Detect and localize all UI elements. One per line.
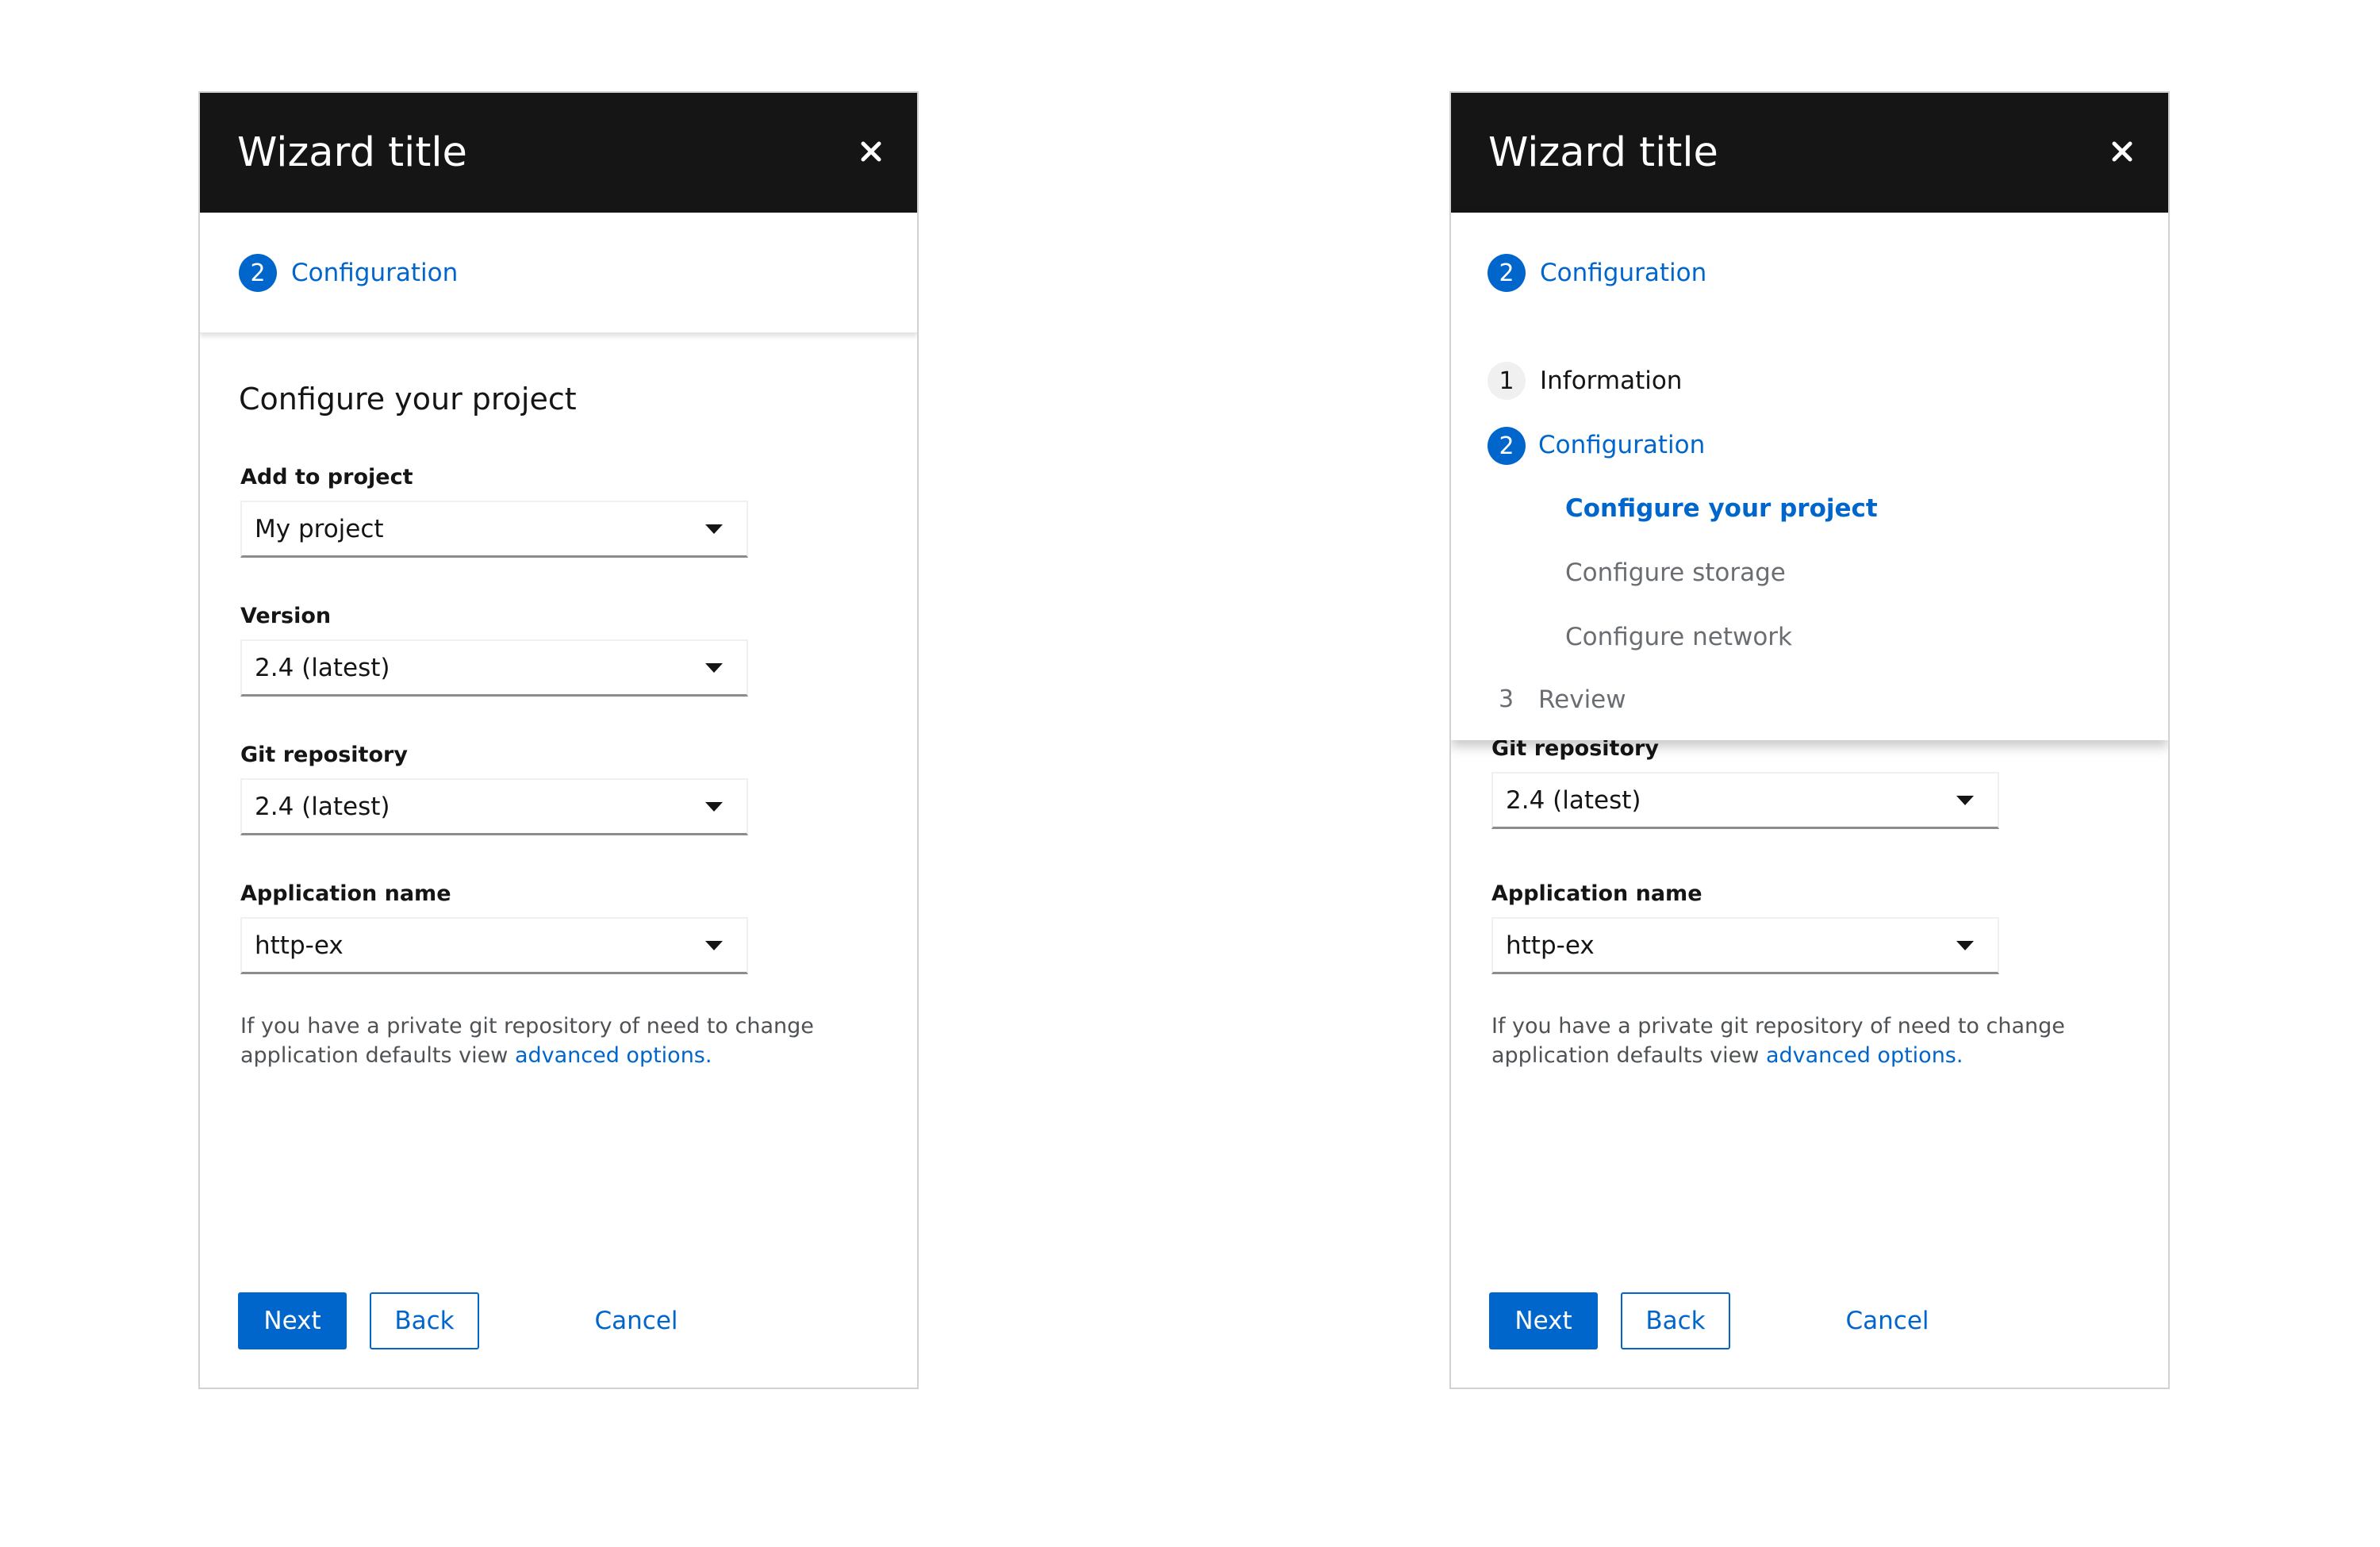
caret-down-icon	[705, 802, 723, 812]
wizard-modal-left: Wizard title 2 Configuration Configure y…	[198, 91, 919, 1389]
close-button[interactable]	[855, 136, 887, 167]
close-icon	[861, 141, 881, 162]
application-name-label: Application name	[240, 881, 451, 906]
version-select[interactable]: 2.4 (latest)	[240, 639, 748, 697]
help-text: If you have a private git repository of …	[1491, 1012, 2094, 1070]
cancel-button[interactable]: Cancel	[1824, 1292, 1951, 1349]
advanced-options-link[interactable]: advanced options.	[1766, 1043, 1964, 1068]
close-icon	[2112, 141, 2132, 162]
nav-subitem-configure-storage[interactable]: Configure storage	[1565, 557, 1786, 589]
git-repository-select[interactable]: 2.4 (latest)	[1491, 772, 1999, 829]
wizard-title: Wizard title	[1488, 129, 1718, 176]
select-value: My project	[255, 515, 384, 543]
wizard-modal-right: Wizard title 2 Configuration 1 Informati…	[1449, 91, 2170, 1389]
select-value: 2.4 (latest)	[1506, 786, 1641, 815]
application-name-select[interactable]: http-ex	[240, 917, 748, 974]
nav-subitem-configure-network[interactable]: Configure network	[1565, 621, 1792, 653]
select-value: 2.4 (latest)	[255, 793, 390, 821]
nav-subitem-configure-project[interactable]: Configure your project	[1565, 493, 1878, 524]
select-value: http-ex	[1506, 931, 1595, 960]
nav-item-label: Review	[1538, 685, 1626, 714]
page-title: Configure your project	[239, 382, 577, 416]
advanced-options-link[interactable]: advanced options.	[515, 1043, 712, 1068]
caret-down-icon	[705, 663, 723, 673]
cancel-button[interactable]: Cancel	[573, 1292, 700, 1349]
next-button[interactable]: Next	[238, 1292, 347, 1349]
caret-down-icon	[705, 524, 723, 534]
current-step-label: Configuration	[291, 259, 459, 287]
add-to-project-label: Add to project	[240, 465, 413, 489]
caret-down-icon	[705, 941, 723, 950]
current-step-label: Configuration	[1540, 259, 1707, 287]
wizard-header: Wizard title	[200, 93, 917, 213]
wizard-step-toggle[interactable]: 2 Configuration	[1451, 213, 2168, 300]
nav-item-information[interactable]: 1 Information	[1451, 347, 2168, 400]
nav-item-configuration[interactable]: 2 Configuration	[1451, 411, 2168, 465]
caret-down-icon	[1956, 941, 1974, 950]
wizard-header: Wizard title	[1451, 93, 2168, 213]
git-repository-select[interactable]: 2.4 (latest)	[240, 778, 748, 835]
version-label: Version	[240, 604, 332, 628]
back-button[interactable]: Back	[1621, 1292, 1730, 1349]
wizard-nav-expanded: 2 Configuration 1 Information 2 Configur…	[1451, 213, 2168, 740]
step-number-badge: 1	[1488, 362, 1526, 400]
nav-item-review[interactable]: 3 Review	[1451, 673, 2168, 714]
step-number-badge: 2	[1488, 427, 1526, 465]
step-number-badge: 2	[1488, 254, 1526, 292]
help-text: If you have a private git repository of …	[240, 1012, 843, 1070]
add-to-project-select[interactable]: My project	[240, 501, 748, 558]
caret-down-icon	[1956, 796, 1974, 805]
wizard-title: Wizard title	[237, 129, 467, 176]
nav-item-label: Information	[1540, 367, 1683, 395]
step-number: 3	[1499, 685, 1514, 713]
select-value: http-ex	[255, 931, 344, 960]
nav-item-label: Configuration	[1538, 431, 1706, 459]
next-button[interactable]: Next	[1489, 1292, 1598, 1349]
wizard-step-toggle[interactable]: 2 Configuration	[200, 213, 917, 333]
git-repository-label: Git repository	[240, 743, 408, 767]
close-button[interactable]	[2106, 136, 2138, 167]
application-name-label: Application name	[1491, 881, 1702, 906]
application-name-select[interactable]: http-ex	[1491, 917, 1999, 974]
step-number-badge: 2	[239, 254, 277, 292]
back-button[interactable]: Back	[370, 1292, 479, 1349]
select-value: 2.4 (latest)	[255, 654, 390, 682]
